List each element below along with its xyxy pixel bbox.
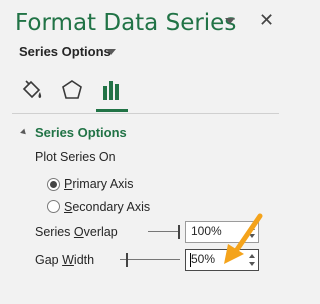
tab-effects[interactable] — [58, 76, 86, 104]
gap-width-value[interactable]: 50% — [191, 252, 215, 266]
bar-chart-icon — [103, 81, 119, 100]
pane-title: Format Data Series — [15, 10, 237, 36]
task-pane-options-icon[interactable] — [225, 18, 235, 24]
section-title[interactable]: Series Options — [35, 125, 127, 140]
series-overlap-access-key: O — [73, 225, 84, 239]
gap-width-prefix: Gap — [35, 253, 63, 267]
annotation-arrow-icon — [224, 213, 263, 264]
slider-thumb[interactable] — [126, 253, 128, 267]
tab-series-options[interactable] — [96, 76, 128, 112]
pentagon-icon — [62, 80, 82, 99]
chevron-down-icon[interactable] — [106, 49, 116, 55]
series-overlap-slider[interactable] — [148, 225, 180, 239]
gap-width-label: Gap Width — [35, 253, 94, 267]
paint-bucket-icon — [22, 80, 42, 99]
divider — [12, 113, 279, 114]
format-tabs — [0, 70, 291, 112]
series-overlap-rest: verlap — [83, 225, 118, 239]
close-icon[interactable]: ✕ — [259, 10, 274, 31]
series-options-dropdown[interactable]: Series Options — [19, 44, 111, 59]
primary-axis-label[interactable]: Primary Axis — [64, 177, 133, 191]
gap-width-slider[interactable] — [120, 253, 180, 267]
collapse-triangle-icon[interactable] — [20, 128, 28, 137]
tab-fill-line[interactable] — [18, 76, 46, 104]
primary-axis-radio[interactable] — [47, 178, 60, 191]
format-data-series-pane: Format Data Series ✕ Series Options Seri… — [0, 0, 291, 304]
secondary-axis-label[interactable]: Secondary Axis — [64, 200, 150, 214]
slider-track — [120, 259, 180, 260]
primary-axis-text: rimary Axis — [72, 177, 134, 191]
series-overlap-label: Series Overlap — [35, 225, 118, 239]
slider-thumb[interactable] — [178, 225, 180, 239]
plot-series-on-label: Plot Series On — [35, 150, 116, 164]
series-overlap-prefix: Series — [35, 225, 74, 239]
secondary-axis-text: econdary Axis — [72, 200, 151, 214]
gap-width-rest: idth — [73, 253, 95, 267]
gap-width-access-key: W — [62, 253, 74, 267]
slider-track — [148, 231, 180, 232]
secondary-axis-radio[interactable] — [47, 200, 60, 213]
